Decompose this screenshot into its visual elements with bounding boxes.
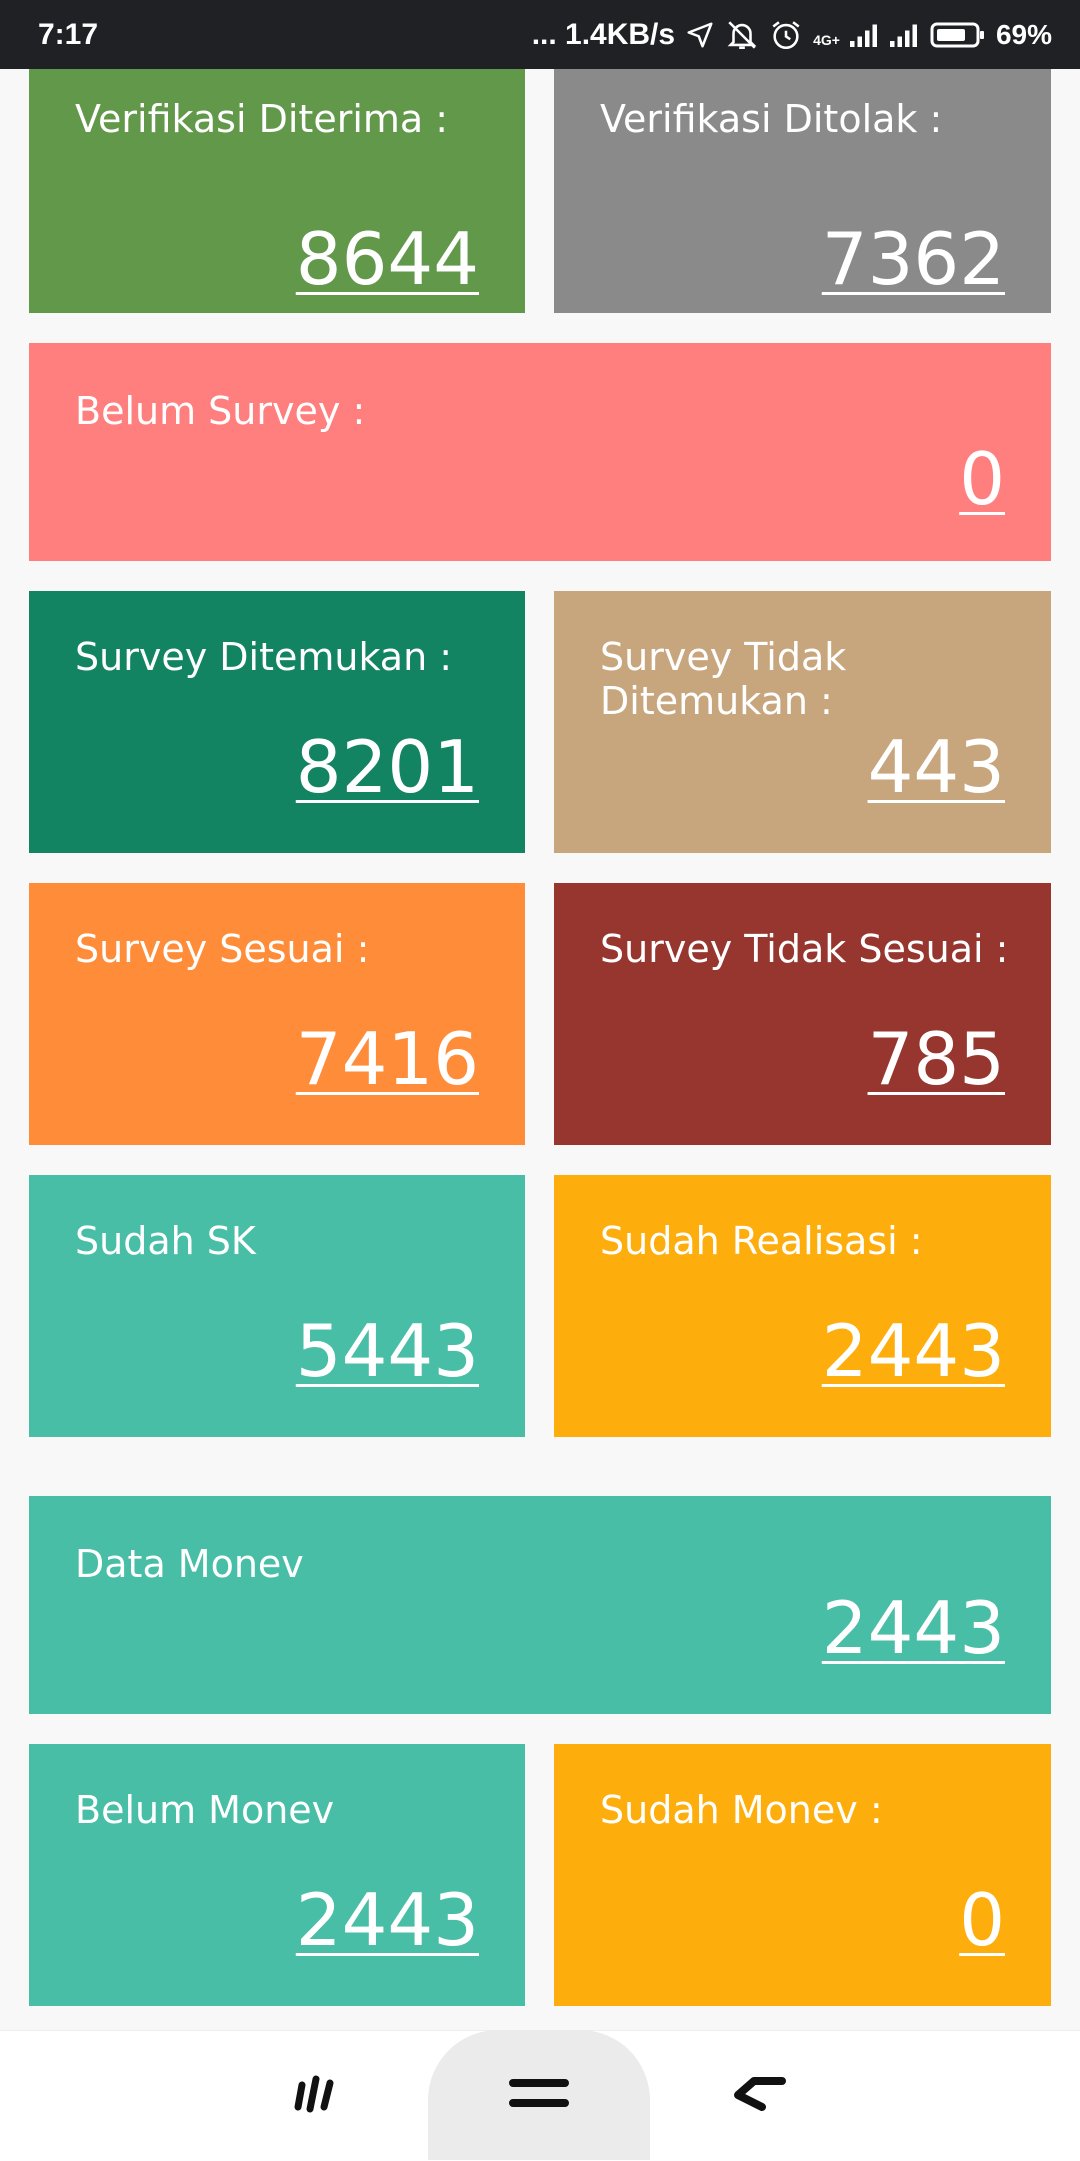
card-survey-sesuai[interactable]: Survey Sesuai : 7416 <box>29 883 525 1145</box>
home-icon <box>507 2073 571 2118</box>
card-value-link[interactable]: 8644 <box>296 219 479 299</box>
card-value-link[interactable]: 8201 <box>296 727 479 807</box>
card-label: Survey Tidak Ditemukan : <box>600 635 847 723</box>
card-sudah-realisasi[interactable]: Sudah Realisasi : 2443 <box>554 1175 1051 1437</box>
card-value-link[interactable]: 2443 <box>822 1311 1005 1391</box>
card-label: Belum Survey : <box>75 389 366 433</box>
card-belum-monev[interactable]: Belum Monev 2443 <box>29 1744 525 2006</box>
battery-icon <box>930 21 986 49</box>
network-speed: ... 1.4KB/s <box>531 17 676 51</box>
card-data-monev[interactable]: Data Monev 2443 <box>29 1496 1051 1714</box>
card-label: Data Monev <box>75 1542 304 1586</box>
alarm-icon <box>769 18 803 52</box>
card-value-link[interactable]: 785 <box>868 1019 1005 1099</box>
battery-percent: 69% <box>995 18 1052 50</box>
card-value-link[interactable]: 2443 <box>296 1880 479 1960</box>
card-survey-ditemukan[interactable]: Survey Ditemukan : 8201 <box>29 591 525 853</box>
card-value-link[interactable]: 0 <box>959 439 1005 519</box>
card-survey-tidak-ditemukan[interactable]: Survey Tidak Ditemukan : 443 <box>554 591 1051 853</box>
card-label: Sudah Monev : <box>600 1788 883 1832</box>
card-verifikasi-ditolak[interactable]: Verifikasi Ditolak : 7362 <box>554 69 1051 313</box>
card-verifikasi-diterima[interactable]: Verifikasi Diterima : 8644 <box>29 69 525 313</box>
card-value-link[interactable]: 7416 <box>296 1019 479 1099</box>
recents-button[interactable] <box>266 2050 366 2140</box>
card-label: Survey Ditemukan : <box>75 635 453 679</box>
card-belum-survey[interactable]: Belum Survey : 0 <box>29 343 1051 561</box>
card-label: Survey Sesuai : <box>75 927 370 971</box>
card-value-link[interactable]: 5443 <box>296 1311 479 1391</box>
card-label: Verifikasi Ditolak : <box>600 97 943 141</box>
home-button[interactable] <box>428 2030 650 2160</box>
card-label: Verifikasi Diterima : <box>75 97 449 141</box>
card-value-link[interactable]: 7362 <box>822 219 1005 299</box>
card-value-link[interactable]: 2443 <box>822 1588 1005 1668</box>
card-label: Sudah SK <box>75 1219 256 1263</box>
card-sudah-monev[interactable]: Sudah Monev : 0 <box>554 1744 1051 2006</box>
location-icon <box>685 20 715 50</box>
card-label: Survey Tidak Sesuai : <box>600 927 1009 971</box>
card-value-link[interactable]: 0 <box>959 1880 1005 1960</box>
card-value-link[interactable]: 443 <box>868 727 1005 807</box>
status-bar: 7:17 ... 1.4KB/s 4G+ 69% <box>0 0 1080 69</box>
signal-icon <box>889 22 920 48</box>
mute-icon <box>725 18 759 52</box>
card-label: Belum Monev <box>75 1788 335 1832</box>
card-label: Sudah Realisasi : <box>600 1219 923 1263</box>
status-time: 7:17 <box>38 17 99 51</box>
status-icons: ... 1.4KB/s 4G+ 69% <box>532 18 1052 52</box>
back-icon <box>730 2073 790 2118</box>
card-sudah-sk[interactable]: Sudah SK 5443 <box>29 1175 525 1437</box>
signal-icon <box>849 22 880 48</box>
recents-icon <box>288 2071 344 2120</box>
back-button[interactable] <box>710 2050 810 2140</box>
card-survey-tidak-sesuai[interactable]: Survey Tidak Sesuai : 785 <box>554 883 1051 1145</box>
network-type: 4G+ <box>813 31 840 48</box>
